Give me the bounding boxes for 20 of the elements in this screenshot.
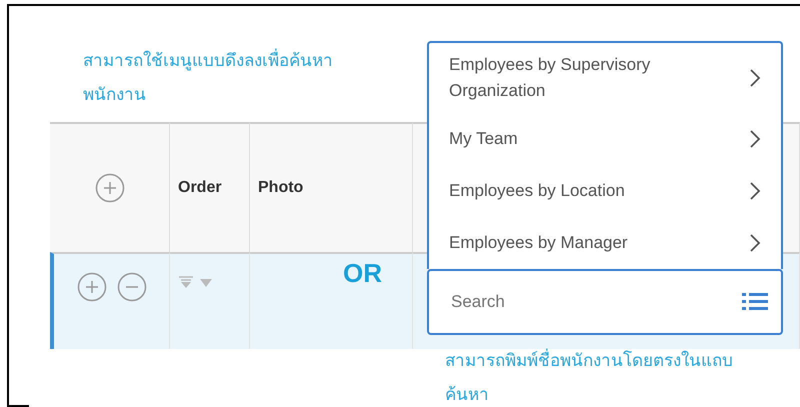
chevron-icon	[749, 181, 761, 201]
chevron-icon	[749, 129, 761, 149]
search-field[interactable]: Search	[449, 288, 741, 316]
column-header: Order	[170, 122, 250, 252]
remove-icon[interactable]	[116, 272, 146, 302]
sort-icon[interactable]	[178, 276, 214, 288]
chevron-icon	[749, 233, 761, 253]
menu-item[interactable]: Employees by Location	[429, 165, 781, 217]
annotation-text: สามารถใช้เมนูแบบดึงลงเพื่อค้นหาพนักงาน	[9, 6, 379, 122]
menu-item[interactable]: Employees by Supervisory Organization	[429, 43, 781, 113]
or-label: OR	[343, 257, 382, 290]
list-icon[interactable]	[741, 291, 769, 313]
add-icon[interactable]	[94, 173, 124, 203]
annotation-text: สามารถพิมพ์ชื่อพนักงานโดยตรงในแถบค้นหา	[445, 344, 760, 407]
column-header: Photo	[250, 122, 413, 252]
menu-item[interactable]: My Team	[429, 113, 781, 165]
search-box[interactable]: Search	[427, 269, 783, 335]
chevron-icon	[749, 68, 761, 88]
menu-item[interactable]: Employees by Manager	[429, 217, 781, 269]
add-icon[interactable]	[76, 272, 106, 302]
